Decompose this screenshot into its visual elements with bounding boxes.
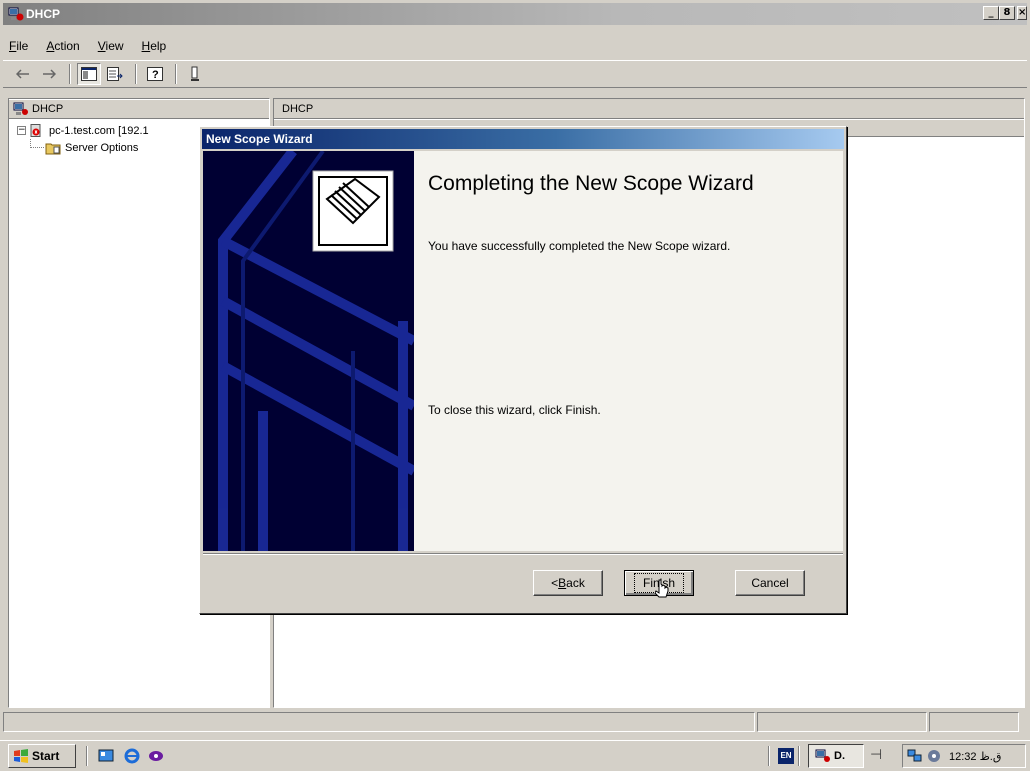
- details-header: DHCP: [274, 99, 1024, 119]
- cancel-button[interactable]: Cancel: [735, 570, 805, 596]
- collapse-icon[interactable]: −: [17, 126, 26, 135]
- status-cell-main: [3, 712, 755, 732]
- toolbar-separator: [69, 64, 71, 84]
- server-node-label: pc-1.test.com [192.1: [49, 124, 149, 137]
- wizard-titlebar[interactable]: New Scope Wizard: [202, 129, 844, 149]
- maximize-button[interactable]: 8: [999, 6, 1015, 20]
- server-options-label: Server Options: [65, 141, 139, 154]
- wizard-banner-graphic: [203, 151, 414, 551]
- status-cell-2: [757, 712, 927, 732]
- taskbar: Start EN D. ⊣ 12:32 ق.ظ: [0, 740, 1030, 771]
- export-list-icon[interactable]: [103, 63, 127, 85]
- clock[interactable]: 12:32 ق.ظ: [949, 750, 1001, 763]
- tree-header: DHCP: [9, 99, 269, 119]
- new-scope-wizard-dialog: New Scope Wizard Completing the New Scop…: [199, 126, 847, 614]
- tree-root-label[interactable]: DHCP: [32, 103, 63, 115]
- toolbar-separator: [175, 64, 177, 84]
- close-button[interactable]: ×: [1017, 6, 1027, 20]
- menu-help[interactable]: Help: [142, 39, 167, 53]
- network-icon[interactable]: [907, 749, 923, 763]
- toolbar: ?: [3, 60, 1027, 88]
- system-tray: 12:32 ق.ظ: [902, 744, 1026, 768]
- status-bar: [3, 712, 1027, 734]
- mouse-cursor-icon: [655, 579, 669, 598]
- media-player-icon[interactable]: [148, 748, 164, 764]
- dhcp-task-icon: [815, 749, 830, 762]
- wizard-divider: [203, 553, 843, 555]
- server-node-icon: [30, 123, 41, 137]
- server-options-icon: [45, 143, 61, 154]
- server-status-icon[interactable]: [183, 63, 207, 85]
- taskbar-divider: [86, 746, 88, 766]
- window-titlebar[interactable]: DHCP _ 8 ×: [3, 3, 1027, 25]
- back-button[interactable]: < Back: [533, 570, 603, 596]
- back-arrow-icon[interactable]: [11, 63, 35, 85]
- svg-text:?: ?: [152, 69, 159, 81]
- show-hide-console-tree-icon[interactable]: [77, 63, 101, 85]
- internet-explorer-icon[interactable]: [124, 748, 140, 764]
- menu-bar: File Action View Help: [3, 36, 1027, 56]
- start-button[interactable]: Start: [8, 744, 76, 768]
- minimize-button[interactable]: _: [983, 6, 999, 20]
- wizard-side-banner: [203, 151, 414, 551]
- window-title: DHCP: [26, 7, 61, 21]
- taskbar-divider: [768, 746, 770, 766]
- menu-view[interactable]: View: [98, 39, 124, 53]
- wizard-content: Completing the New Scope Wizard You have…: [414, 151, 843, 551]
- wizard-close-hint: To close this wizard, click Finish.: [428, 403, 601, 417]
- dhcp-app-icon: [8, 7, 24, 21]
- wizard-heading: Completing the New Scope Wizard: [428, 172, 754, 195]
- menu-action[interactable]: Action: [46, 39, 79, 53]
- taskbar-divider: [798, 746, 800, 766]
- status-cell-3: [929, 712, 1019, 732]
- show-desktop-icon[interactable]: [98, 748, 114, 764]
- toolbar-separator: [135, 64, 137, 84]
- start-label: Start: [32, 749, 60, 763]
- forward-arrow-icon[interactable]: [37, 63, 61, 85]
- volume-icon[interactable]: [927, 749, 941, 763]
- dhcp-root-icon: [13, 102, 28, 115]
- language-indicator[interactable]: EN: [778, 748, 794, 764]
- taskbar-button-dhcp[interactable]: D.: [808, 744, 864, 768]
- taskbar-grip-icon[interactable]: ⊣: [870, 747, 882, 765]
- menu-file[interactable]: File: [9, 39, 28, 53]
- windows-flag-icon: [14, 749, 28, 763]
- wizard-success-message: You have successfully completed the New …: [428, 239, 731, 253]
- help-icon[interactable]: ?: [143, 63, 167, 85]
